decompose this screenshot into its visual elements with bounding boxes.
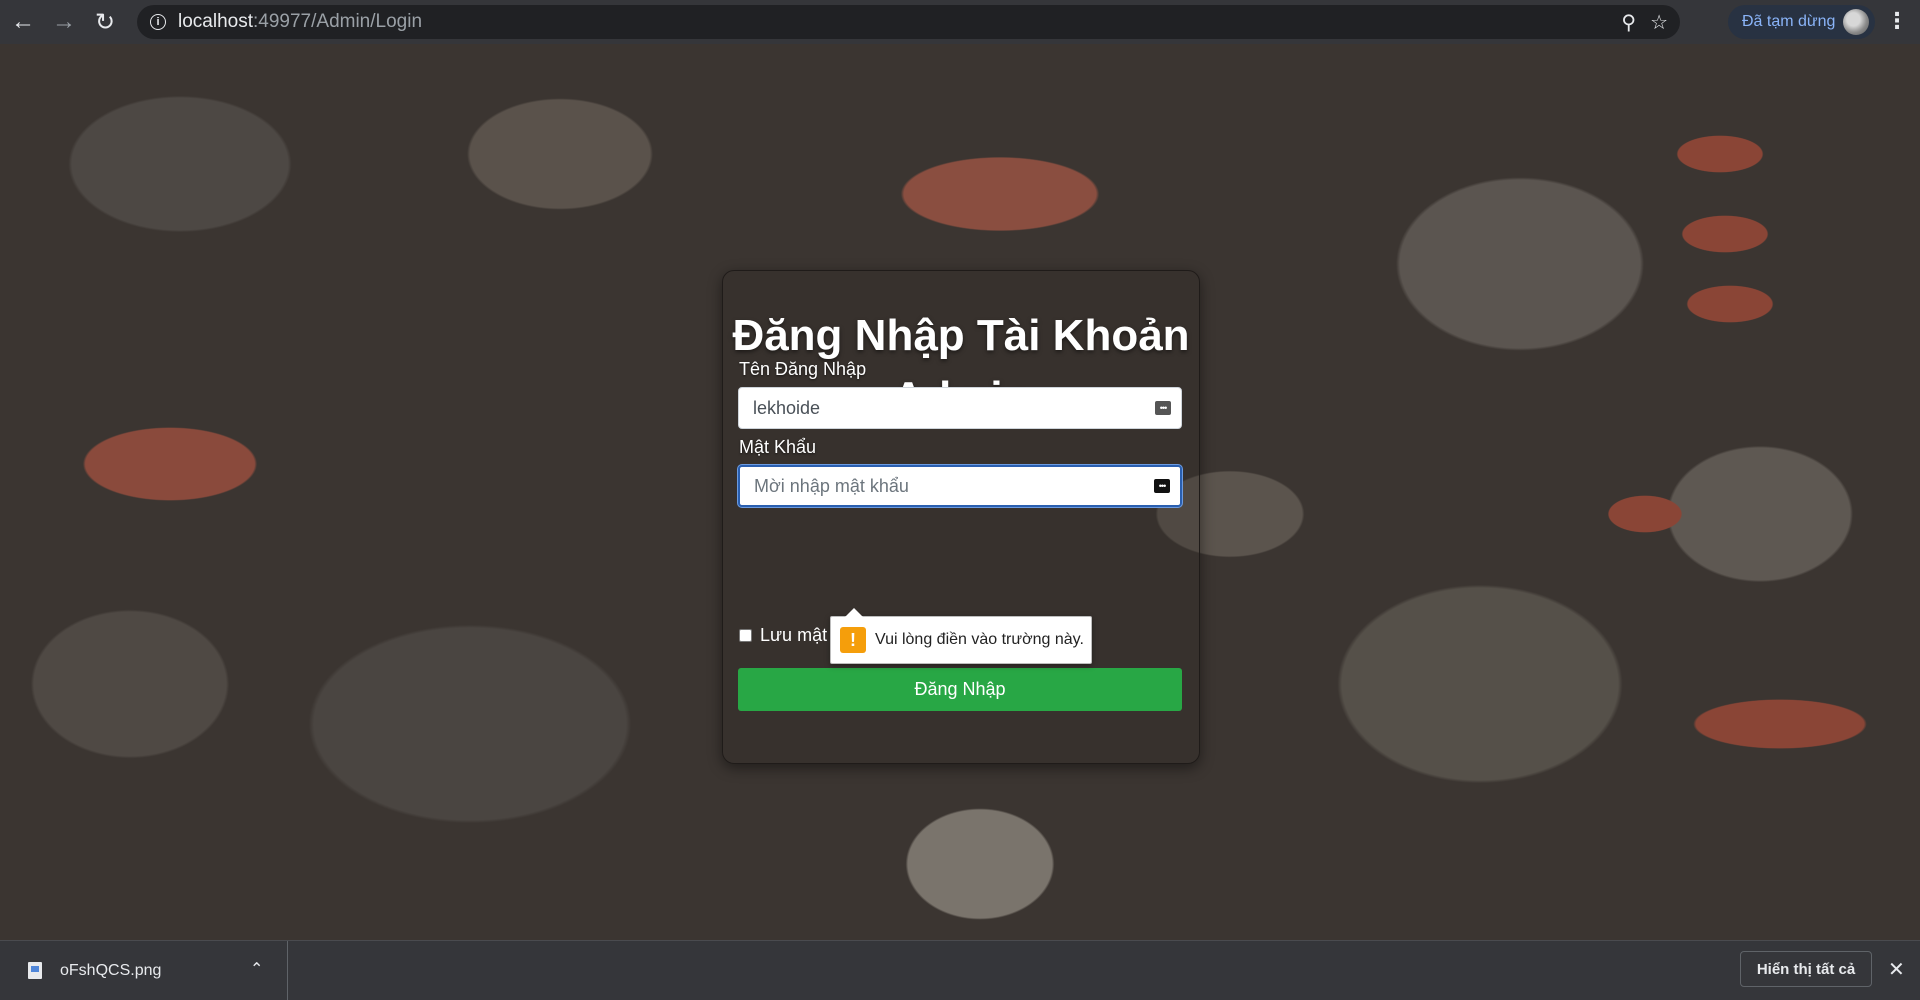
address-bar[interactable]: i localhost:49977/Admin/Login ⚲ ☆ — [137, 5, 1680, 39]
password-manager-icon[interactable]: ••• — [1154, 479, 1170, 493]
forward-arrow-icon[interactable]: → — [46, 4, 82, 40]
remember-label: Lưu mật — [760, 625, 828, 645]
zoom-icon[interactable]: ⚲ — [1621, 10, 1636, 35]
chevron-up-icon[interactable]: ⌃ — [250, 959, 263, 979]
password-field[interactable]: Mời nhập mật khẩu ••• — [738, 465, 1182, 507]
image-file-icon — [28, 962, 42, 979]
avatar — [1843, 9, 1870, 35]
password-label: Mật Khẩu — [739, 437, 817, 457]
url-path: :49977/Admin/Login — [253, 11, 423, 32]
url-text: localhost:49977/Admin/Login — [178, 11, 422, 33]
back-arrow-icon[interactable]: ← — [5, 4, 41, 40]
warning-icon: ! — [840, 627, 866, 653]
login-card: Đăng Nhập Tài Khoản Admin Tên Đăng Nhập … — [722, 270, 1200, 764]
kebab-menu-icon[interactable]: ⋮ — [1886, 8, 1908, 34]
login-button[interactable]: Đăng Nhập — [738, 668, 1182, 711]
reload-icon[interactable]: ↻ — [87, 4, 123, 40]
page-background: Đăng Nhập Tài Khoản Admin Tên Đăng Nhập … — [0, 44, 1920, 940]
show-all-button[interactable]: Hiển thị tất cả — [1740, 951, 1872, 987]
close-icon[interactable]: ✕ — [1888, 957, 1905, 982]
username-value: lekhoide — [753, 397, 821, 418]
browser-toolbar: ← → ↻ i localhost:49977/Admin/Login ⚲ ☆ … — [0, 0, 1920, 44]
download-bar: oFshQCS.png ⌃ Hiển thị tất cả ✕ — [0, 940, 1920, 1000]
url-host: localhost — [178, 11, 253, 32]
profile-button[interactable]: Đã tạm dừng — [1728, 5, 1876, 39]
download-filename: oFshQCS.png — [60, 961, 162, 979]
remember-checkbox[interactable] — [739, 629, 752, 642]
download-item[interactable]: oFshQCS.png ⌃ — [0, 941, 288, 1000]
remember-me[interactable]: Lưu mật — [739, 625, 827, 646]
password-placeholder: Mời nhập mật khẩu — [754, 475, 909, 496]
validation-message: Vui lòng điền vào trường này. — [875, 631, 1084, 648]
validation-tooltip: ! Vui lòng điền vào trường này. — [830, 608, 1092, 664]
username-label: Tên Đăng Nhập — [739, 359, 867, 379]
password-manager-icon[interactable]: ••• — [1155, 401, 1171, 415]
profile-label: Đã tạm dừng — [1742, 13, 1836, 30]
info-icon[interactable]: i — [150, 14, 166, 30]
star-icon[interactable]: ☆ — [1650, 10, 1668, 35]
username-field[interactable]: lekhoide ••• — [738, 387, 1182, 429]
